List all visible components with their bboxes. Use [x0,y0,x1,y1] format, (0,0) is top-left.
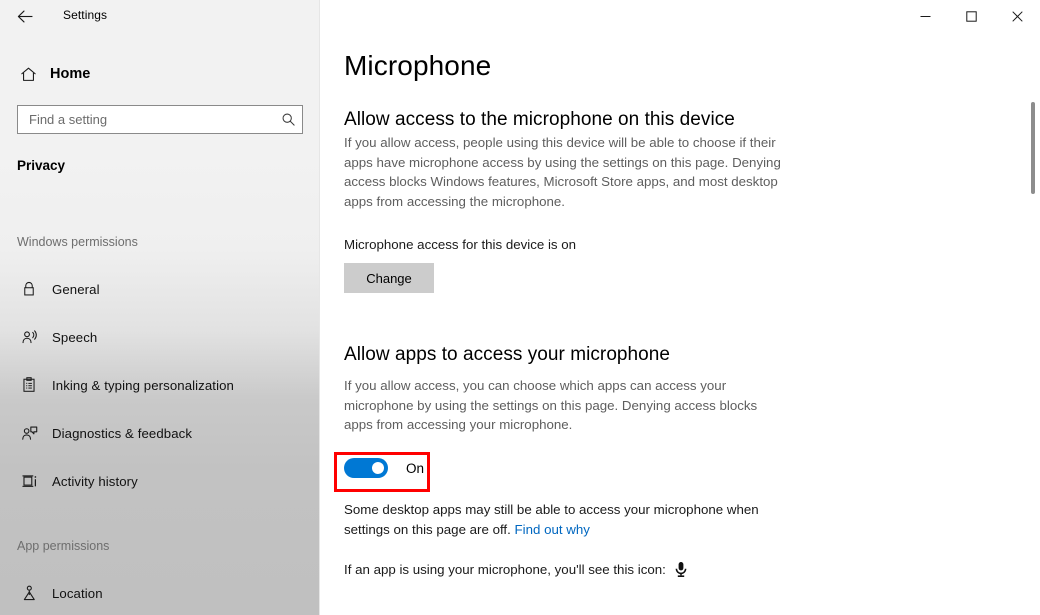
find-out-why-link[interactable]: Find out why [515,522,590,537]
minimize-icon [920,15,930,17]
change-button[interactable]: Change [344,263,434,293]
home-icon [8,65,48,84]
section-body-device-access: If you allow access, people using this d… [344,135,781,209]
microphone-icon-note-text: If an app is using your microphone, you'… [344,562,666,577]
sidebar-item-diagnostics-feedback[interactable]: Diagnostics & feedback [0,416,320,450]
back-button[interactable] [8,2,42,30]
sidebar-item-inking-typing-personalization[interactable]: Inking & typing personalization [0,368,320,402]
section-body-app-access: If you allow access, you can choose whic… [344,378,758,433]
device-access-status: Microphone access for this device is on [344,237,577,252]
close-button[interactable] [994,0,1040,32]
microphone-icon-note: If an app is using your microphone, you'… [344,561,688,578]
sidebar: Home Privacy Windows permissions General [0,0,320,615]
sidebar-item-home[interactable]: Home [0,58,320,90]
section-heading-device-access: Allow access to the microphone on this d… [344,109,735,130]
sidebar-item-activity-history[interactable]: Activity history [0,464,320,498]
sidebar-item-speech[interactable]: Speech [0,320,320,354]
sidebar-item-label: Location [52,585,103,601]
window-controls [902,0,1040,32]
title-bar: Settings [0,0,1040,32]
search-input[interactable] [18,112,274,127]
clipboard-icon [10,376,48,394]
sidebar-item-label: Diagnostics & feedback [52,425,193,441]
app-title: Settings [63,8,108,22]
desktop-apps-note: Some desktop apps may still be able to a… [344,500,794,539]
page-title: Microphone [344,50,492,81]
section-heading-app-access: Allow apps to access your microphone [344,344,671,365]
person-feedback-icon [10,424,48,443]
maximize-icon [965,10,977,22]
sidebar-item-general[interactable]: General [0,272,320,306]
search-box[interactable] [17,105,303,134]
sidebar-category-title: Privacy [17,158,66,173]
app-access-toggle-row[interactable]: On [344,458,424,478]
app-access-toggle[interactable] [344,458,388,478]
close-icon [1011,10,1023,22]
person-speech-icon [10,328,48,347]
sidebar-item-label: Activity history [52,473,138,489]
toggle-state-label: On [406,460,425,476]
main-content: Microphone Allow access to the microphon… [320,0,1040,615]
scrollbar-thumb[interactable] [1031,102,1035,194]
settings-window: Home Privacy Windows permissions General [0,0,1040,615]
content-scrollbar[interactable] [1026,32,1040,615]
sidebar-group-windows-permissions: Windows permissions [17,235,138,249]
toggle-knob [372,462,384,474]
back-arrow-icon [17,10,32,22]
sidebar-item-label: Inking & typing personalization [52,377,234,393]
sidebar-home-label: Home [50,66,91,82]
search-icon[interactable] [274,112,302,127]
location-person-icon [10,584,48,603]
minimize-button[interactable] [902,0,948,32]
activity-history-icon [10,472,48,491]
lock-icon [10,280,48,298]
microphone-icon [674,561,688,578]
sidebar-item-location[interactable]: Location [0,576,320,610]
sidebar-group-app-permissions: App permissions [17,539,110,553]
maximize-button[interactable] [948,0,994,32]
sidebar-item-label: Speech [52,329,98,345]
sidebar-item-label: General [52,281,100,297]
